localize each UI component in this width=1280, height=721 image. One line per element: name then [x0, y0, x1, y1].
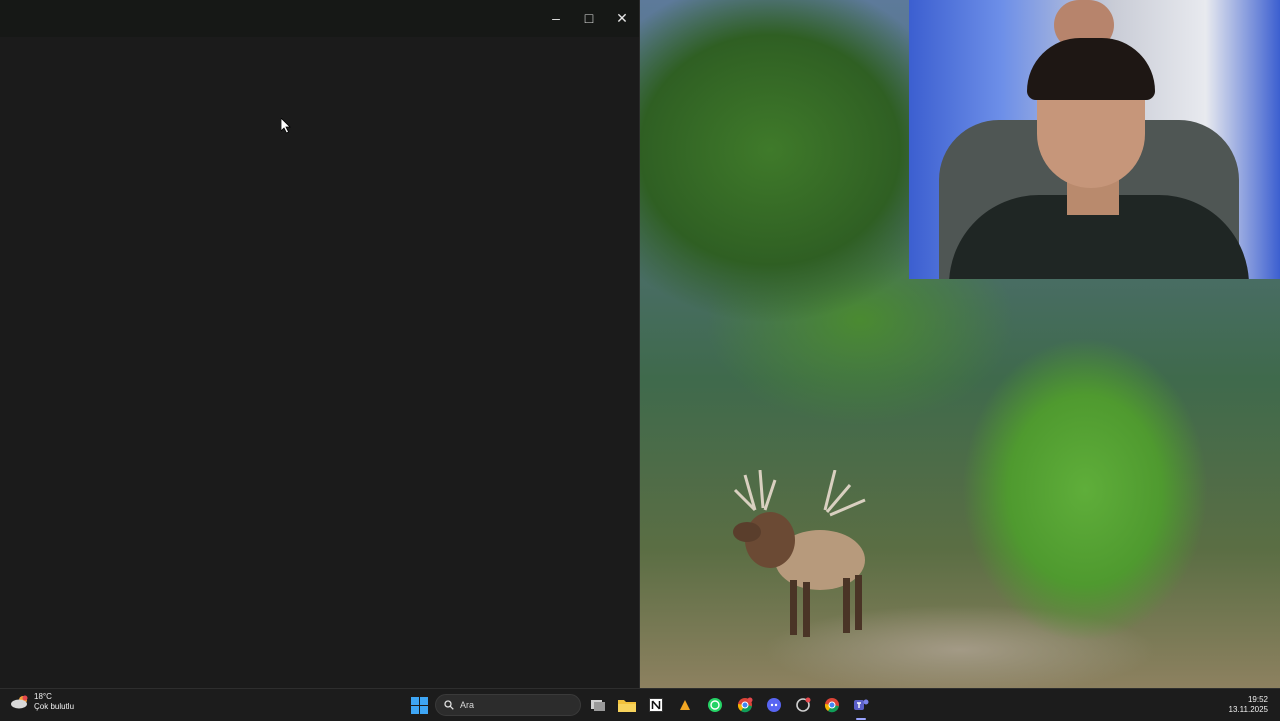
minimize-icon: –: [552, 10, 560, 26]
discord-button[interactable]: [763, 694, 785, 716]
task-view-button[interactable]: [587, 694, 609, 716]
teams-icon: [854, 699, 869, 710]
windows-logo-icon: [410, 696, 428, 714]
window-titlebar[interactable]: – □ ✕: [0, 0, 639, 37]
chrome-profile-button[interactable]: [734, 694, 756, 716]
chrome-button[interactable]: [821, 694, 843, 716]
close-button[interactable]: ✕: [606, 4, 638, 32]
weather-temperature: 18°C: [34, 692, 52, 701]
maximize-icon: □: [584, 10, 594, 26]
mouse-cursor-icon: [281, 118, 291, 134]
chrome-icon: [737, 697, 753, 713]
teams-button[interactable]: [850, 694, 872, 716]
weather-widget[interactable]: 18°C Çok bulutlu: [10, 692, 74, 712]
partly-cloudy-icon: [11, 695, 28, 709]
chrome-icon: [824, 698, 839, 713]
yellow-app-icon: [680, 700, 690, 710]
maximize-button[interactable]: □: [573, 4, 605, 32]
circle-app-button[interactable]: [792, 694, 814, 716]
notion-button[interactable]: [645, 694, 667, 716]
taskbar: 18°C Çok bulutlu Ara 19:52 13.11.2025: [0, 688, 1280, 721]
taskbar-search[interactable]: Ara: [435, 694, 581, 716]
webcam-overlay: [909, 0, 1280, 279]
search-label: Ara: [460, 700, 475, 710]
weather-description: Çok bulutlu: [34, 702, 75, 711]
close-icon: ✕: [616, 9, 628, 26]
task-view-icon: [591, 700, 605, 711]
app-circle-icon: [796, 697, 811, 712]
elk-image: [733, 470, 866, 637]
app-window[interactable]: – □ ✕: [0, 0, 640, 688]
discord-icon: [767, 698, 781, 712]
minimize-button[interactable]: –: [540, 4, 572, 32]
start-button[interactable]: [408, 694, 430, 716]
webcam-person-hair: [1027, 38, 1155, 100]
folder-icon: [618, 700, 636, 712]
whatsapp-button[interactable]: [704, 694, 726, 716]
whatsapp-icon: [708, 698, 722, 712]
clock-date: 13.11.2025: [1228, 705, 1268, 714]
file-explorer-button[interactable]: [616, 694, 638, 716]
yellow-app-button[interactable]: [674, 694, 696, 716]
system-clock[interactable]: 19:52 13.11.2025: [1229, 695, 1268, 715]
notion-icon: [649, 698, 663, 712]
clock-time: 19:52: [1247, 695, 1268, 704]
search-icon: [444, 700, 454, 710]
